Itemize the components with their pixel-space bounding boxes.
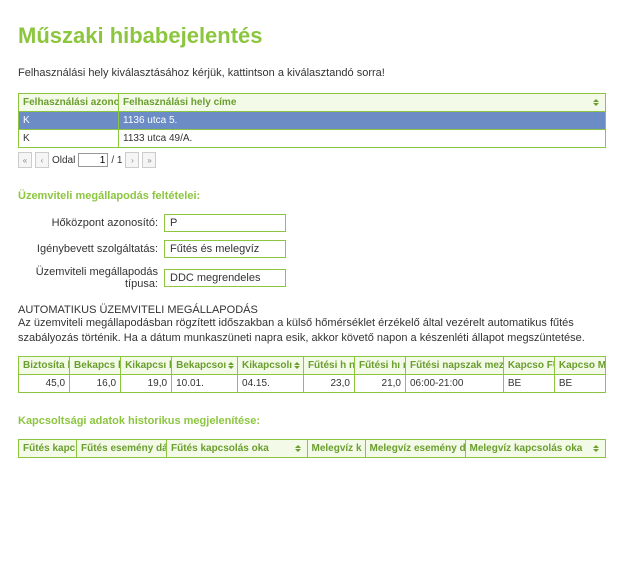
cell: 21,0	[354, 374, 405, 392]
cell: 16,0	[70, 374, 121, 392]
col-header[interactable]: Fűtés esemény dátuma	[77, 439, 167, 457]
tipus-field[interactable]: DDC megrendeles	[164, 269, 286, 287]
pager-next-button[interactable]: ›	[125, 152, 139, 168]
tipus-label: Üzemviteli megállapodás típusa:	[18, 266, 164, 290]
col-header[interactable]: Melegvíz kapcsolás oka	[465, 439, 606, 457]
pager-page-input[interactable]	[78, 153, 108, 167]
history-table: Fűtés kapc irány Fűtés esemény dátuma Fűté…	[18, 439, 606, 458]
col-label: Fűtés kapc irány	[23, 443, 77, 454]
conditions-title: Üzemviteli megállapodás feltételei:	[18, 190, 606, 202]
col-header-addr[interactable]: Felhasználási hely címe	[119, 94, 606, 112]
sort-icon[interactable]	[228, 362, 234, 369]
cell-id: K	[19, 112, 119, 130]
col-header[interactable]: Biztosíta hőmérs	[19, 356, 70, 374]
cell: 06:00-21:00	[406, 374, 504, 392]
col-label: Biztosíta hőmérs	[23, 360, 70, 371]
table-row[interactable]: K 1136 utca 5.	[19, 112, 606, 130]
cell: 19,0	[121, 374, 172, 392]
cell: 45,0	[19, 374, 70, 392]
col-label: Bekapcs hőmérs	[74, 360, 121, 371]
szolg-label: Igénybevett szolgáltatás:	[18, 243, 164, 255]
pager-first-button[interactable]: «	[18, 152, 32, 168]
col-header[interactable]: Fűtési napszak mezők értéke	[406, 356, 504, 374]
col-label: Kapcso MELEG	[559, 360, 606, 371]
pager-total: / 1	[111, 155, 122, 166]
col-header[interactable]: Kikapcsı hőmérs	[121, 356, 172, 374]
col-header[interactable]: Fűtés kapcsolás oka	[167, 439, 308, 457]
cell: BE	[503, 374, 554, 392]
col-label: Fűtési napszak mezők értéke	[410, 360, 503, 371]
col-header[interactable]: Fűtés kapc irány	[19, 439, 77, 457]
col-label: Fűtés kapcsolás oka	[171, 443, 269, 454]
cell: BE	[554, 374, 605, 392]
sort-icon[interactable]	[593, 445, 601, 452]
col-label: Felhasználási hely címe	[123, 97, 236, 108]
col-header[interactable]: Melegvíz esemény dátuma	[365, 439, 465, 457]
pager: « ‹ Oldal / 1 › »	[18, 152, 606, 168]
col-header[interactable]: Fűtési h napszak	[303, 356, 354, 374]
col-label: Kikapcsı hőmérs	[125, 360, 172, 371]
sort-icon[interactable]	[593, 99, 601, 106]
auto-desc: Az üzemviteli megállapodásban rögzített …	[18, 316, 606, 346]
col-header-id[interactable]: Felhasználási azonosítója	[19, 94, 119, 112]
col-header[interactable]: Fűtési hı napszak	[354, 356, 405, 374]
sort-icon[interactable]	[295, 445, 303, 452]
col-label: Fűtés esemény dátuma	[81, 443, 167, 454]
auto-title: AUTOMATIKUS ÜZEMVITELI MEGÁLLAPODÁS	[18, 304, 606, 316]
col-label: Fűtési hı napszak	[359, 360, 406, 371]
history-title: Kapcsoltsági adatok historikus megjelení…	[18, 415, 606, 427]
cell: 23,0	[303, 374, 354, 392]
col-header[interactable]: Kapcso MELEG	[554, 356, 605, 374]
hokozpont-label: Hőközpont azonosító:	[18, 217, 164, 229]
locations-table: Felhasználási azonosítója Felhasználási …	[18, 93, 606, 148]
instruction-text: Felhasználási hely kiválasztásához kérjü…	[18, 67, 606, 79]
cell-addr: 1136 utca 5.	[119, 112, 606, 130]
pager-last-button[interactable]: »	[142, 152, 156, 168]
page-title: Műszaki hibabejelentés	[18, 23, 606, 49]
col-label: Bekapcsoı	[176, 360, 226, 371]
col-label: Melegvíz k irány	[312, 443, 366, 454]
pager-prev-button[interactable]: ‹	[35, 152, 49, 168]
params-table: Biztosíta hőmérs Bekapcs hőmérs Kikapcsı h…	[18, 356, 606, 393]
cell-addr: 1133 utca 49/A.	[119, 130, 606, 148]
col-header[interactable]: Kapcso FŰTÉS	[503, 356, 554, 374]
col-header[interactable]: Bekapcsoı	[172, 356, 238, 374]
col-label: Fűtési h napszak	[308, 360, 355, 371]
col-header[interactable]: Melegvíz k irány	[307, 439, 365, 457]
cell-id: K	[19, 130, 119, 148]
col-label: Melegvíz esemény dátuma	[370, 443, 466, 454]
hokozpont-field[interactable]: P	[164, 214, 286, 232]
col-header[interactable]: Kikapcsolı	[238, 356, 304, 374]
col-label: Kikapcsolı	[242, 360, 292, 371]
col-header[interactable]: Bekapcs hőmérs	[70, 356, 121, 374]
cell: 04.15.	[238, 374, 304, 392]
table-row[interactable]: K 1133 utca 49/A.	[19, 130, 606, 148]
cell: 10.01.	[172, 374, 238, 392]
col-label: Melegvíz kapcsolás oka	[470, 443, 583, 454]
col-label: Kapcso FŰTÉS	[508, 360, 555, 371]
table-row: 45,016,019,010.01.04.15.23,021,006:00-21…	[19, 374, 606, 392]
sort-icon[interactable]	[294, 362, 300, 369]
col-label: Felhasználási azonosítója	[23, 97, 119, 108]
pager-label: Oldal	[52, 155, 75, 166]
szolg-field[interactable]: Fűtés és melegvíz	[164, 240, 286, 258]
